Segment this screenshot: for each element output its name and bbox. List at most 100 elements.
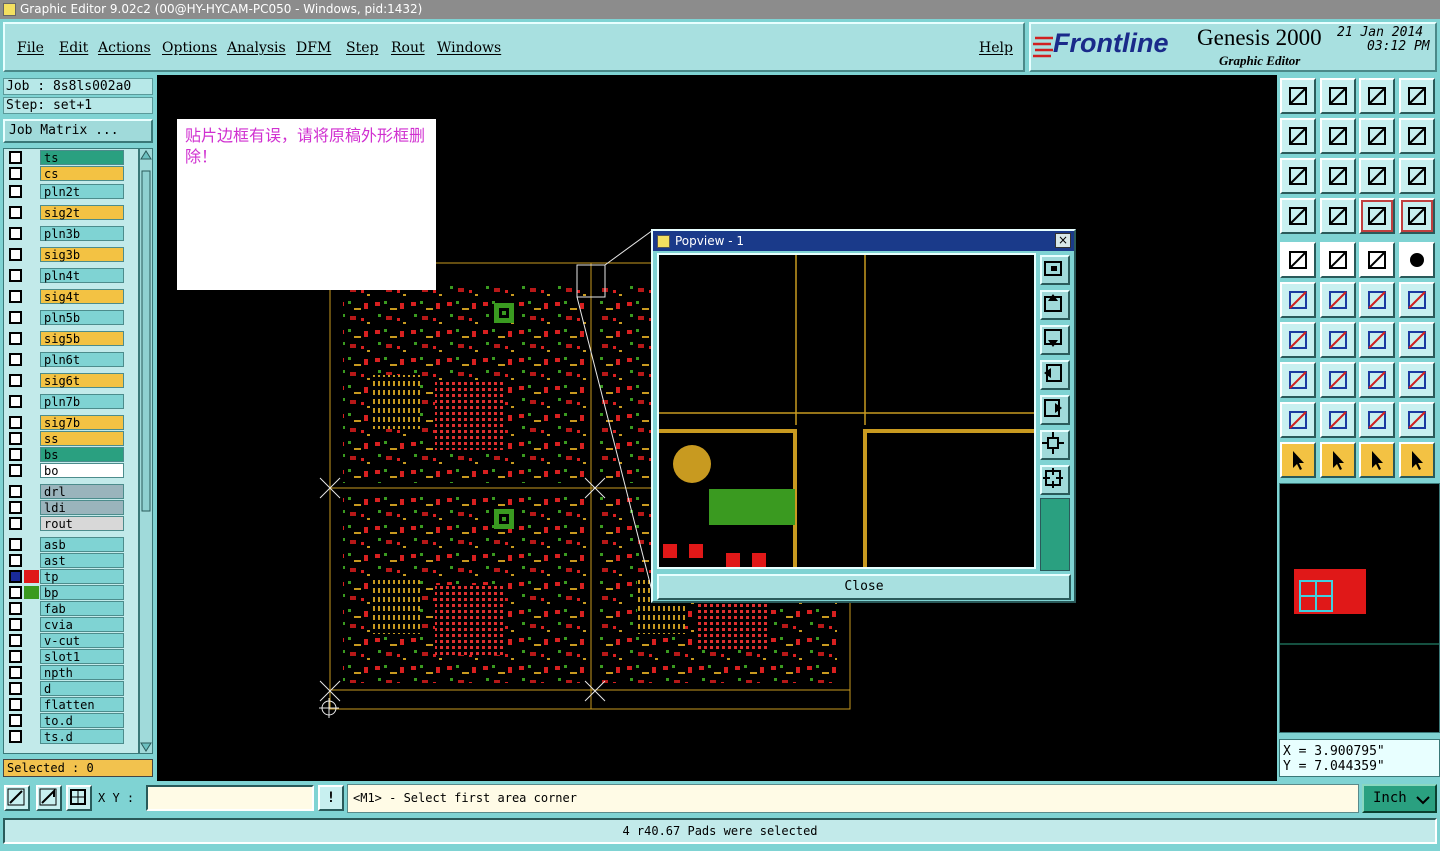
layer-row[interactable]: ts.d	[4, 729, 138, 744]
popview-titlebar[interactable]: Popview - 1 ×	[653, 231, 1074, 251]
layer-color-swatch[interactable]	[24, 554, 39, 567]
popview-canvas[interactable]	[657, 253, 1036, 569]
layer-checkbox[interactable]	[9, 448, 22, 461]
window-split-button[interactable]	[1399, 78, 1435, 114]
layer-row[interactable]: asb	[4, 537, 138, 552]
xy-input[interactable]	[146, 785, 314, 811]
pan-left-tool-button[interactable]	[1280, 118, 1316, 154]
layer-checkbox[interactable]	[9, 618, 22, 631]
layer-name[interactable]: to.d	[40, 713, 124, 728]
layer-color-swatch[interactable]	[24, 698, 39, 711]
draw-line-button[interactable]	[1320, 242, 1356, 278]
pv-zoom-out-button[interactable]	[1040, 430, 1070, 460]
slash-line-button[interactable]	[1320, 322, 1356, 358]
layer-name[interactable]: pln5b	[40, 310, 124, 325]
zoom-area-button[interactable]	[4, 785, 30, 811]
layer-name[interactable]: sig2t	[40, 205, 124, 220]
route-button[interactable]	[1399, 442, 1435, 478]
layer-name[interactable]: sig4t	[40, 289, 124, 304]
select-snap-button[interactable]	[1280, 242, 1316, 278]
layer-color-swatch[interactable]	[24, 517, 39, 530]
layer-row[interactable]: pln2t	[4, 184, 138, 199]
pv-pan-up-button[interactable]	[1040, 290, 1070, 320]
layer-row[interactable]: rout	[4, 516, 138, 531]
layer-checkbox[interactable]	[9, 311, 22, 324]
layer-row[interactable]: sig6t	[4, 373, 138, 388]
layer-name[interactable]: v-cut	[40, 633, 124, 648]
layer-color-swatch[interactable]	[24, 227, 39, 240]
menu-analysis[interactable]: Analysis	[227, 40, 286, 56]
layer-checkbox[interactable]	[9, 269, 22, 282]
dimension-button[interactable]	[1359, 362, 1395, 398]
layer-name[interactable]: cvia	[40, 617, 124, 632]
layer-checkbox[interactable]	[9, 353, 22, 366]
swap-button[interactable]	[1399, 118, 1435, 154]
pointer-box-button[interactable]	[1320, 442, 1356, 478]
layer-color-swatch[interactable]	[24, 290, 39, 303]
pv-zoom-fit-button[interactable]	[1040, 255, 1070, 285]
layer-name[interactable]: sig6t	[40, 373, 124, 388]
layer-row[interactable]: npth	[4, 665, 138, 680]
layer-color-swatch[interactable]	[24, 586, 39, 599]
menu-windows[interactable]: Windows	[437, 40, 501, 56]
layer-color-swatch[interactable]	[24, 151, 39, 164]
layer-row[interactable]: cs	[4, 166, 138, 181]
layer-color-swatch[interactable]	[24, 570, 39, 583]
layer-name[interactable]: tp	[40, 569, 124, 584]
layer-checkbox[interactable]	[9, 206, 22, 219]
menu-edit[interactable]: Edit	[59, 40, 88, 56]
menu-help[interactable]: Help	[979, 40, 1013, 56]
layer-checkbox[interactable]	[9, 167, 22, 180]
layer-color-swatch[interactable]	[24, 416, 39, 429]
pointer-select-button[interactable]	[1359, 442, 1395, 478]
layer-checkbox[interactable]	[9, 395, 22, 408]
layer-color-swatch[interactable]	[24, 167, 39, 180]
layer-name[interactable]: asb	[40, 537, 124, 552]
outline-fill-button[interactable]	[1359, 402, 1395, 438]
layer-row[interactable]: bs	[4, 447, 138, 462]
measure-button[interactable]	[36, 785, 62, 811]
angle-button[interactable]	[1280, 322, 1316, 358]
layer-row[interactable]: cvia	[4, 617, 138, 632]
layer-row[interactable]: v-cut	[4, 633, 138, 648]
layer-color-swatch[interactable]	[24, 618, 39, 631]
layer-name[interactable]: ts	[40, 150, 124, 165]
layer-checkbox[interactable]	[9, 227, 22, 240]
menu-dfm[interactable]: DFM	[296, 40, 331, 56]
layer-name[interactable]: pln6t	[40, 352, 124, 367]
flip-button[interactable]	[1359, 118, 1395, 154]
layer-name[interactable]: pln7b	[40, 394, 124, 409]
layer-name[interactable]: bs	[40, 447, 124, 462]
layer-name[interactable]: bp	[40, 585, 124, 600]
layer-row[interactable]: pln4t	[4, 268, 138, 283]
fit-screen-button[interactable]	[1280, 158, 1316, 194]
layer-color-swatch[interactable]	[24, 730, 39, 743]
layer-name[interactable]: pln4t	[40, 268, 124, 283]
layer-row[interactable]: slot1	[4, 649, 138, 664]
layer-color-swatch[interactable]	[24, 448, 39, 461]
layer-row[interactable]: pln7b	[4, 394, 138, 409]
move-alt-button[interactable]	[1399, 282, 1435, 318]
netlist-red-button[interactable]	[1399, 198, 1435, 234]
layer-checkbox[interactable]	[9, 682, 22, 695]
layer-row[interactable]: bp	[4, 585, 138, 600]
layer-color-swatch[interactable]	[24, 432, 39, 445]
layer-list-scrollbar[interactable]	[139, 148, 153, 754]
layer-row[interactable]: drl	[4, 484, 138, 499]
help-query-button[interactable]	[1399, 158, 1435, 194]
layer-name[interactable]: slot1	[40, 649, 124, 664]
layer-checkbox[interactable]	[9, 290, 22, 303]
layer-color-swatch[interactable]	[24, 682, 39, 695]
layer-color-swatch[interactable]	[24, 464, 39, 477]
menu-rout[interactable]: Rout	[391, 40, 425, 56]
home-down-button[interactable]	[1320, 78, 1356, 114]
layer-checkbox[interactable]	[9, 714, 22, 727]
menu-step[interactable]: Step	[346, 40, 378, 56]
ruler-button[interactable]	[1359, 242, 1395, 278]
layer-checkbox[interactable]	[9, 698, 22, 711]
layer-checkbox[interactable]	[9, 666, 22, 679]
layer-color-swatch[interactable]	[24, 602, 39, 615]
layer-row[interactable]: sig4t	[4, 289, 138, 304]
layer-color-swatch[interactable]	[24, 185, 39, 198]
layer-checkbox[interactable]	[9, 248, 22, 261]
